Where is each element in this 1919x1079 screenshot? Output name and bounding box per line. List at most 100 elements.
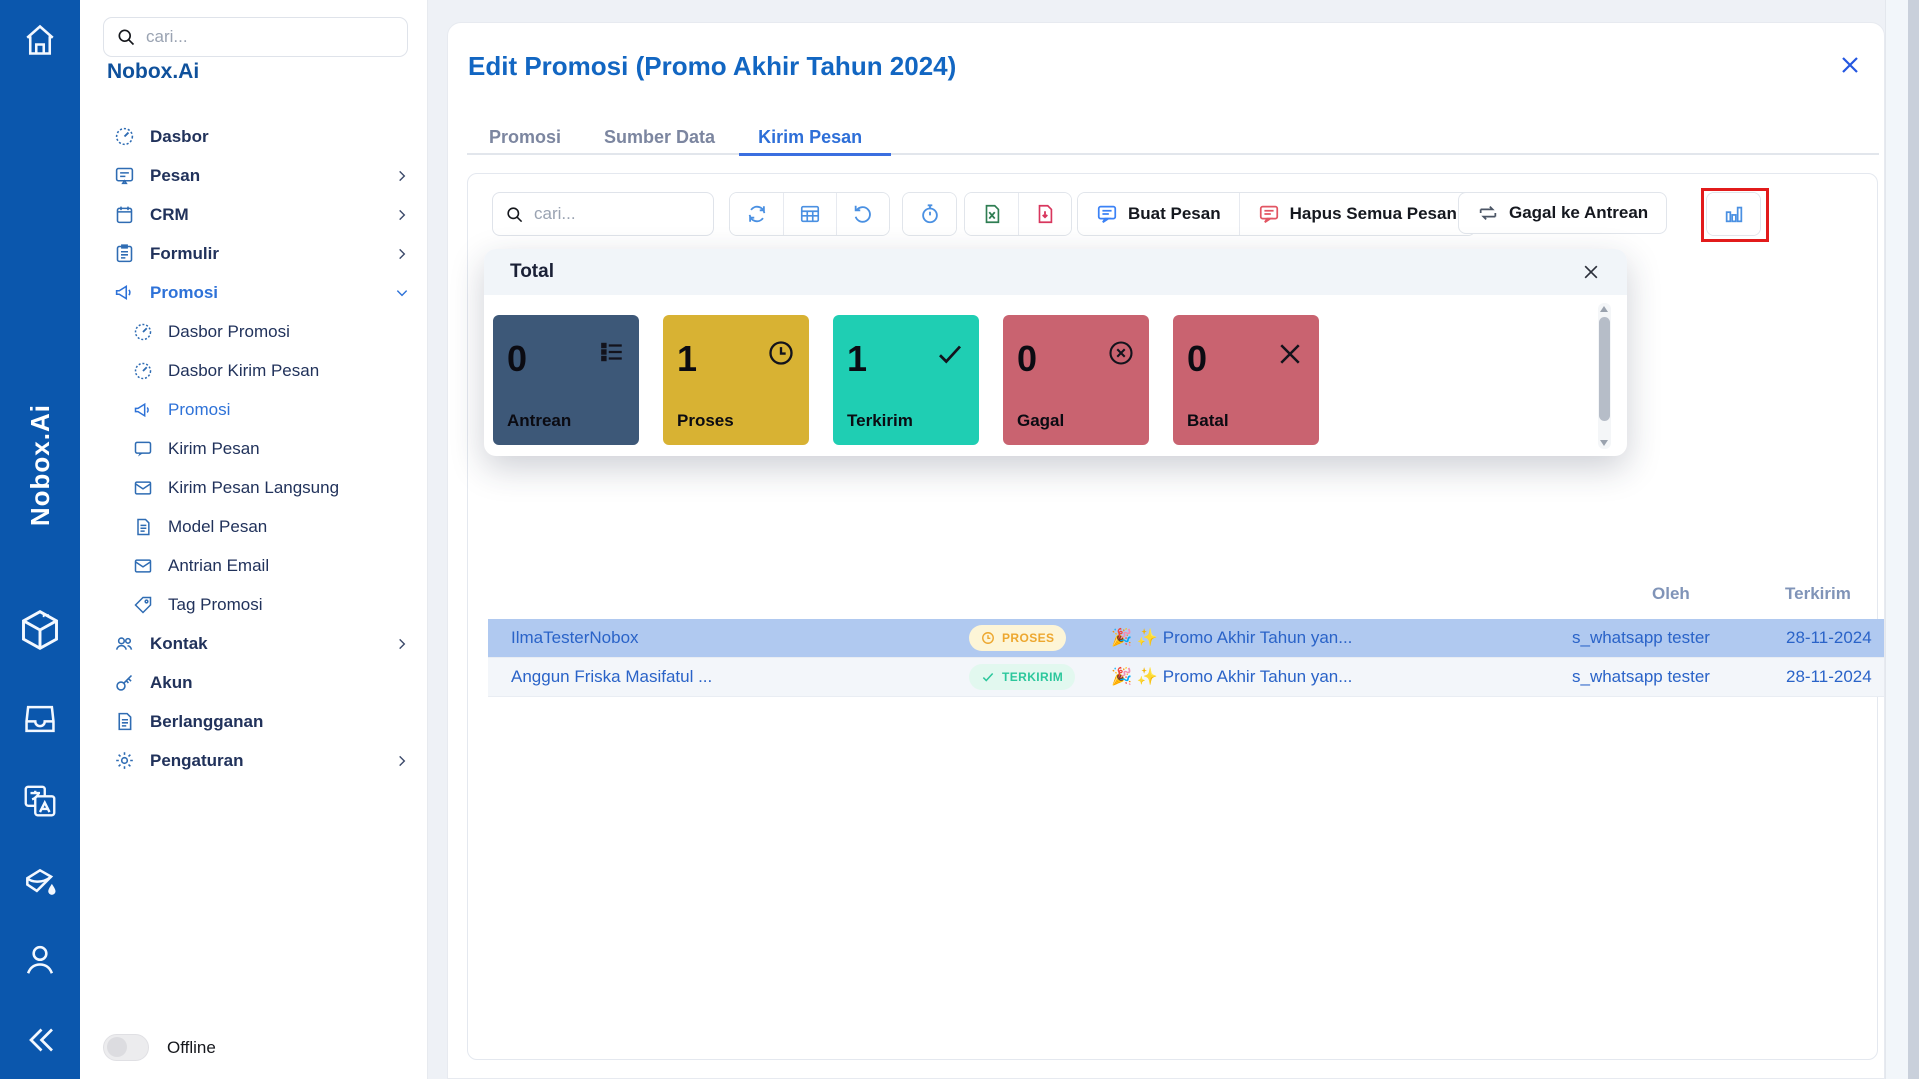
stat-card-gagal[interactable]: 0 Gagal	[1003, 315, 1149, 445]
gear-icon	[114, 750, 135, 771]
message-actions-group: Buat Pesan Hapus Semua Pesan	[1077, 192, 1476, 236]
sidebar: Nobox.Ai Dasbor Pesan CRM Formulir	[80, 0, 428, 1079]
sidebar-search[interactable]	[103, 17, 408, 57]
tab-sumber-data[interactable]: Sumber Data	[604, 127, 715, 168]
circle-x-icon	[1107, 339, 1135, 367]
toggle-knob	[107, 1037, 127, 1057]
hapus-semua-pesan-button[interactable]: Hapus Semua Pesan	[1239, 193, 1475, 235]
stat-cards: 0 Antrean 1 Proses 1 Terkirim 0 Gagal 0	[493, 315, 1319, 445]
chat-icon	[133, 439, 153, 459]
bar-chart-icon	[1707, 193, 1760, 235]
sidebar-item-kontak[interactable]: Kontak	[80, 624, 427, 663]
sidebar-item-dasbor[interactable]: Dasbor	[80, 117, 427, 156]
row-name[interactable]: Anggun Friska Masifatul ...	[511, 667, 712, 687]
buat-pesan-button[interactable]: Buat Pesan	[1078, 193, 1239, 235]
status-badge: TERKIRIM	[969, 664, 1075, 690]
search-icon	[505, 205, 524, 224]
tag-icon	[133, 595, 153, 615]
close-icon[interactable]	[1838, 53, 1862, 77]
gagal-ke-antrean-button[interactable]: Gagal ke Antrean	[1458, 192, 1667, 234]
excel-icon[interactable]	[965, 193, 1018, 235]
inbox-icon[interactable]	[21, 700, 59, 738]
page-scroll-thumb[interactable]	[1908, 0, 1919, 1079]
stat-card-batal[interactable]: 0 Batal	[1173, 315, 1319, 445]
sidebar-search-input[interactable]	[146, 27, 395, 47]
sidebar-item-crm[interactable]: CRM	[80, 195, 427, 234]
column-header-terkirim[interactable]: Terkirim	[1785, 584, 1851, 604]
tab-promosi[interactable]: Promosi	[489, 127, 561, 168]
megaphone-icon	[114, 282, 135, 303]
stopwatch-group	[902, 192, 957, 236]
stat-card-terkirim[interactable]: 1 Terkirim	[833, 315, 979, 445]
sidebar-item-kirim-pesan-langsung[interactable]: Kirim Pesan Langsung	[80, 468, 427, 507]
rail-brand-vertical: Nobox.Ai	[0, 340, 80, 590]
nobox-logo-icon[interactable]	[18, 608, 62, 652]
chevron-down-icon	[395, 286, 409, 300]
stat-card-antrean[interactable]: 0 Antrean	[493, 315, 639, 445]
sidebar-item-akun[interactable]: Akun	[80, 663, 427, 702]
chevron-right-icon	[395, 754, 409, 768]
table-tools-group	[729, 192, 890, 236]
table-icon[interactable]	[783, 193, 836, 235]
sidebar-item-pengaturan[interactable]: Pengaturan	[80, 741, 427, 780]
row-message[interactable]: 🎉 ✨ Promo Akhir Tahun yan...	[1111, 628, 1352, 648]
sidebar-item-formulir[interactable]: Formulir	[80, 234, 427, 273]
clock-icon	[767, 339, 795, 367]
message-plus-icon	[1096, 203, 1118, 225]
app-root: Nobox.Ai Nobox.Ai	[0, 0, 1919, 1079]
undo-icon[interactable]	[836, 193, 889, 235]
tab-kirim-pesan[interactable]: Kirim Pesan	[758, 127, 862, 168]
document-icon	[133, 517, 153, 537]
row-oleh: s_whatsapp tester	[1572, 628, 1710, 648]
message-delete-icon	[1258, 203, 1280, 225]
collapse-sidebar-icon[interactable]	[22, 1022, 58, 1058]
stat-card-proses[interactable]: 1 Proses	[663, 315, 809, 445]
sidebar-item-model-pesan[interactable]: Model Pesan	[80, 507, 427, 546]
chart-button[interactable]	[1706, 192, 1761, 236]
chevron-right-icon	[395, 169, 409, 183]
sidebar-item-pesan[interactable]: Pesan	[80, 156, 427, 195]
gauge-icon	[114, 126, 135, 147]
table-row[interactable]: Anggun Friska Masifatul ... TERKIRIM 🎉 ✨…	[488, 658, 1884, 697]
column-header-oleh[interactable]: Oleh	[1652, 584, 1690, 604]
key-icon	[114, 672, 135, 693]
table-search[interactable]	[492, 192, 714, 236]
sidebar-item-berlangganan[interactable]: Berlangganan	[80, 702, 427, 741]
sidebar-item-dasbor-promosi[interactable]: Dasbor Promosi	[80, 312, 427, 351]
row-message[interactable]: 🎉 ✨ Promo Akhir Tahun yan...	[1111, 667, 1352, 687]
stopwatch-icon[interactable]	[903, 193, 956, 235]
sidebar-item-promosi[interactable]: Promosi	[80, 273, 427, 312]
row-name[interactable]: IlmaTesterNobox	[511, 628, 639, 648]
row-terkirim: 28-11-2024	[1786, 667, 1872, 687]
scroll-down-arrow[interactable]	[1600, 440, 1608, 446]
sidebar-item-dasbor-kirim-pesan[interactable]: Dasbor Kirim Pesan	[80, 351, 427, 390]
translate-icon[interactable]	[21, 782, 59, 820]
scroll-up-arrow[interactable]	[1600, 306, 1608, 312]
paint-bucket-icon[interactable]	[21, 864, 59, 902]
page-vertical-scrollbar[interactable]	[1885, 0, 1919, 1079]
sidebar-item-tag-promosi[interactable]: Tag Promosi	[80, 585, 427, 624]
offline-toggle[interactable]	[103, 1034, 149, 1061]
tab-bar: Promosi Sumber Data Kirim Pesan	[468, 127, 862, 168]
table-row[interactable]: IlmaTesterNobox PROSES 🎉 ✨ Promo Akhir T…	[488, 619, 1884, 658]
queue-list-icon	[599, 339, 625, 365]
popup-scroll-thumb[interactable]	[1599, 317, 1610, 421]
users-icon	[114, 633, 135, 654]
popup-vertical-scrollbar[interactable]	[1598, 303, 1611, 449]
sidebar-item-promosi-sub[interactable]: Promosi	[80, 390, 427, 429]
refresh-icon[interactable]	[730, 193, 783, 235]
message-icon	[114, 165, 135, 186]
home-icon[interactable]	[22, 22, 58, 58]
table-body: IlmaTesterNobox PROSES 🎉 ✨ Promo Akhir T…	[488, 619, 1884, 697]
user-icon[interactable]	[21, 940, 59, 978]
megaphone-icon	[133, 400, 153, 420]
chevron-right-icon	[395, 637, 409, 651]
sidebar-item-kirim-pesan[interactable]: Kirim Pesan	[80, 429, 427, 468]
tab-underline	[467, 153, 1879, 155]
sidebar-item-antrian-email[interactable]: Antrian Email	[80, 546, 427, 585]
pdf-icon[interactable]	[1018, 193, 1071, 235]
close-icon[interactable]	[1581, 262, 1601, 282]
icon-rail: Nobox.Ai	[0, 0, 80, 1079]
document-icon	[114, 711, 135, 732]
table-search-input[interactable]	[534, 204, 701, 224]
